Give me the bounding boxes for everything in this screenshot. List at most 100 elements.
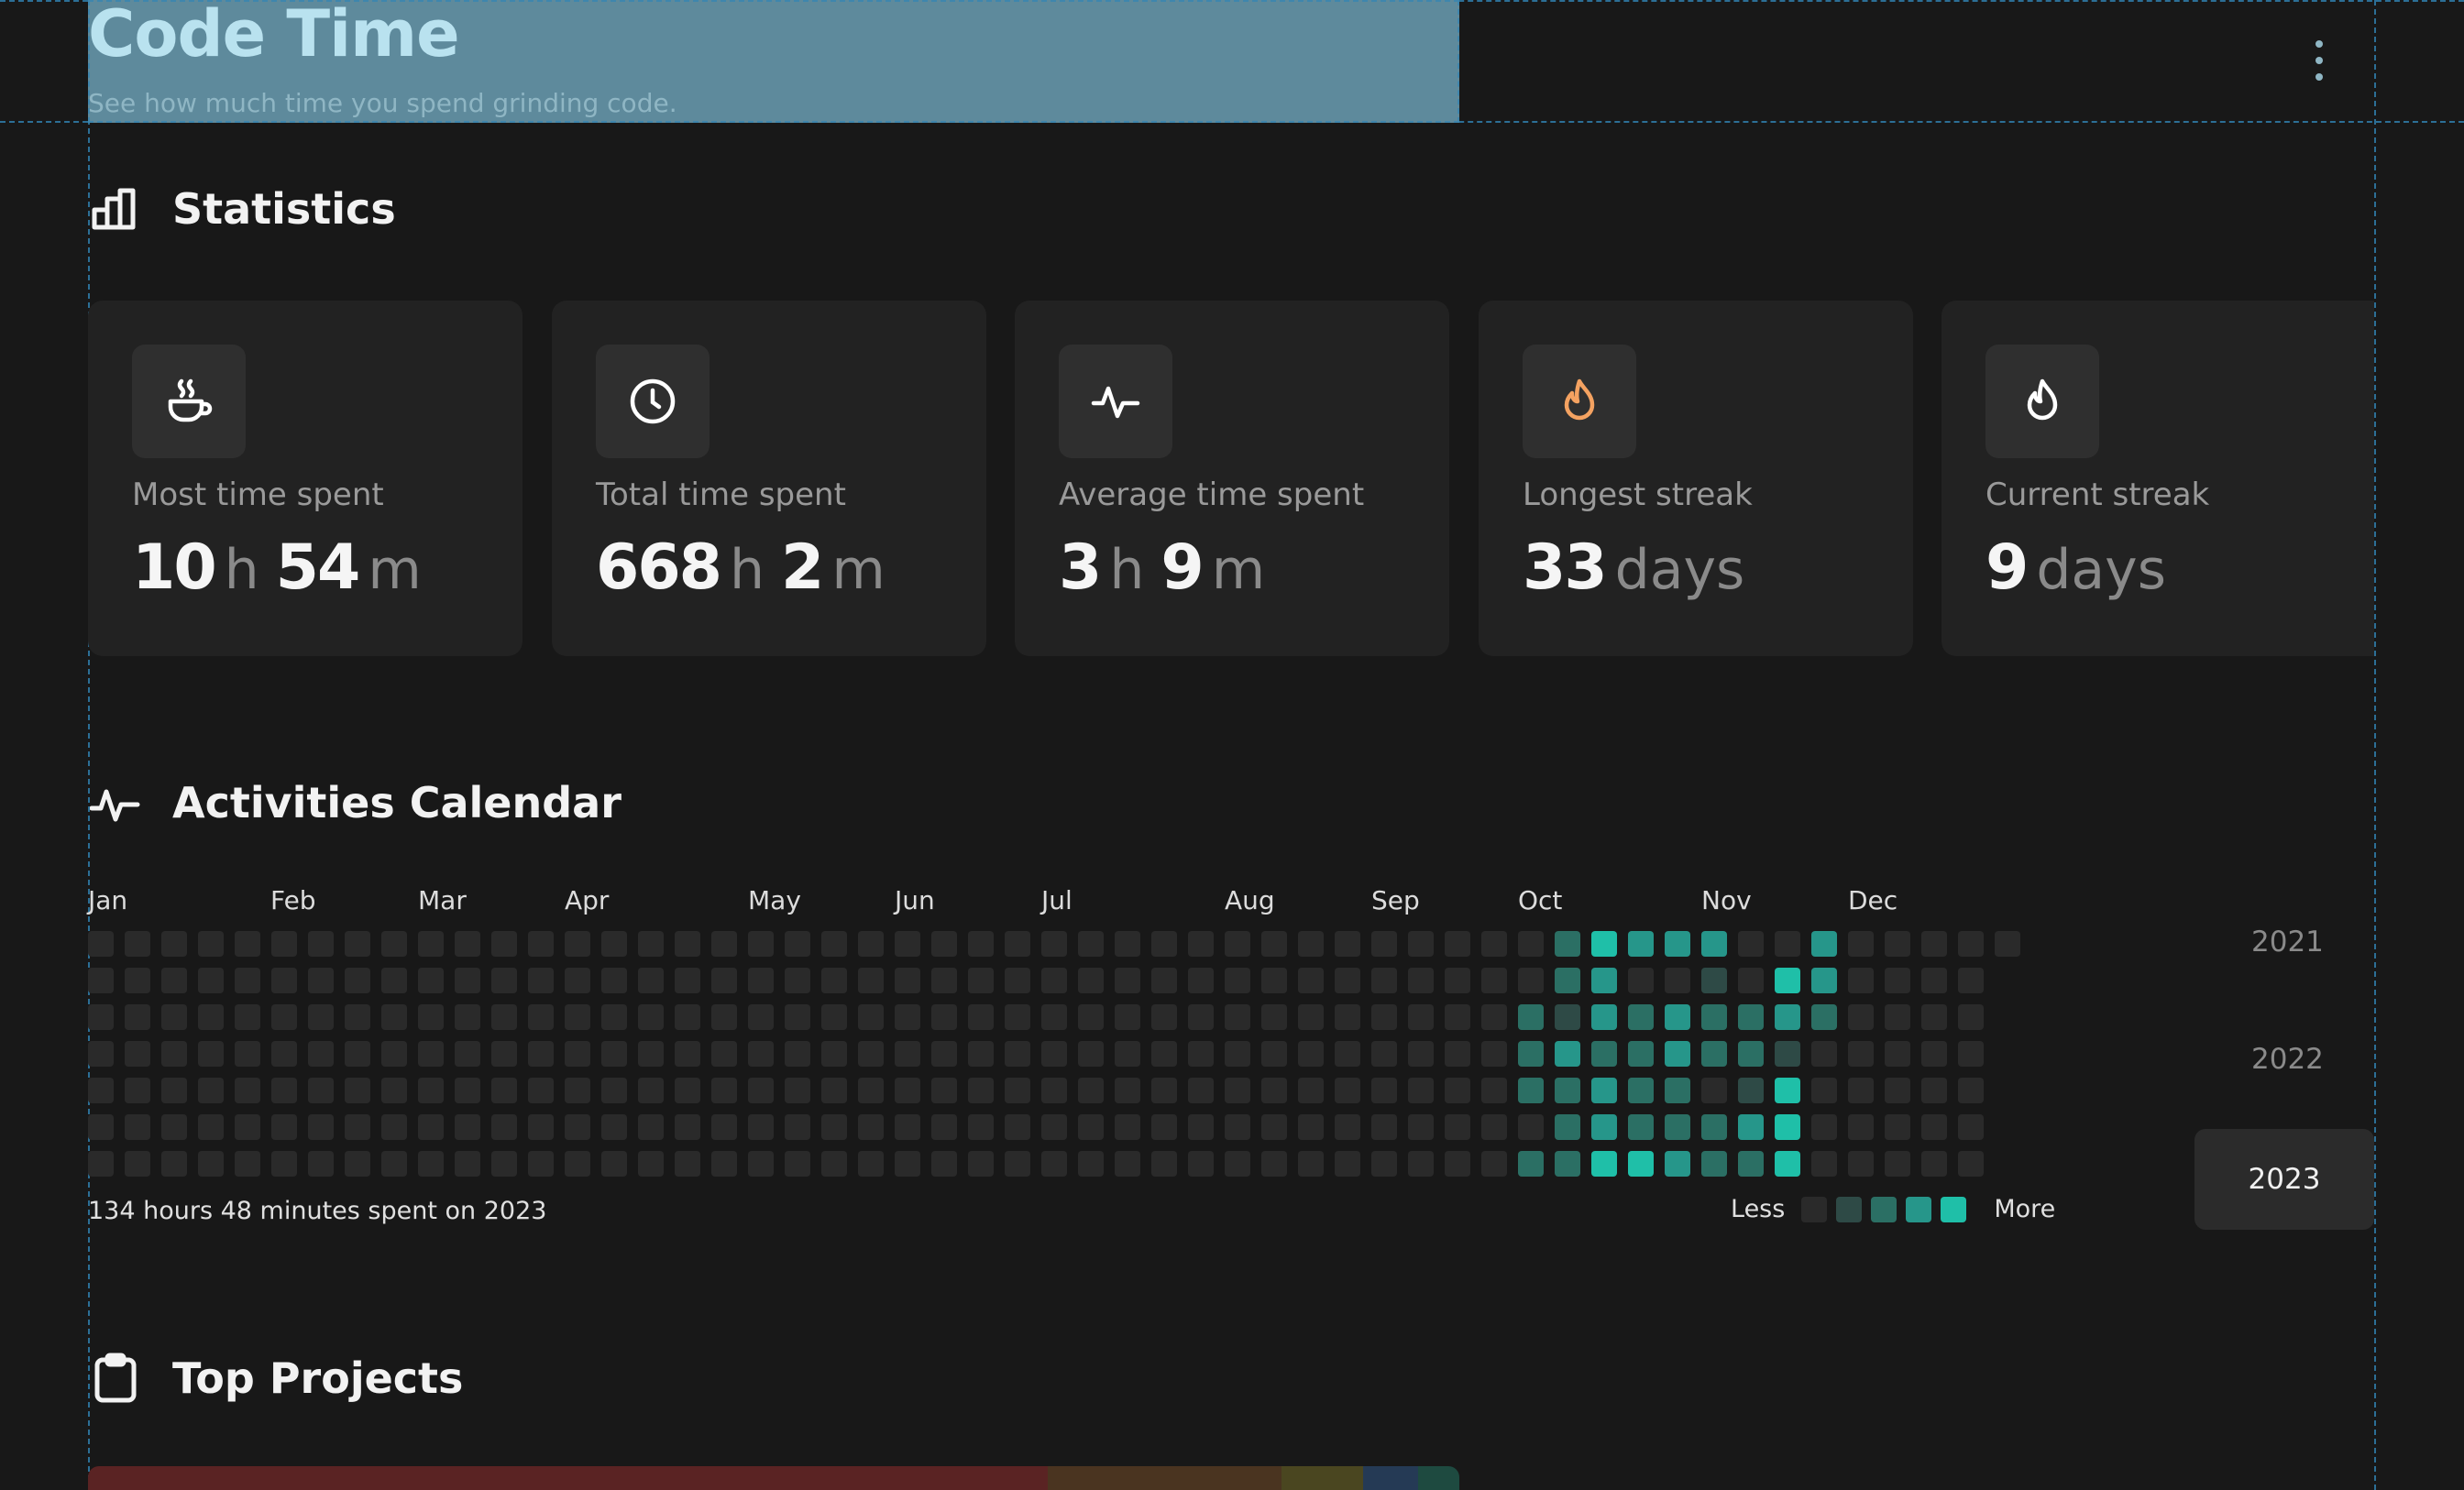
heatmap-day-cell[interactable]: [125, 1004, 150, 1030]
heatmap-day-cell[interactable]: [198, 1114, 224, 1140]
heatmap-day-cell[interactable]: [1408, 931, 1434, 957]
heatmap-day-cell[interactable]: [895, 931, 920, 957]
heatmap-day-cell[interactable]: [1775, 1114, 1800, 1140]
heatmap-day-cell[interactable]: [1335, 1004, 1360, 1030]
heatmap-day-cell[interactable]: [711, 1114, 737, 1140]
heatmap-day-cell[interactable]: [931, 1151, 957, 1177]
heatmap-day-cell[interactable]: [858, 1114, 884, 1140]
heatmap-day-cell[interactable]: [1518, 931, 1544, 957]
heatmap-day-cell[interactable]: [711, 931, 737, 957]
heatmap-day-cell[interactable]: [1518, 1151, 1544, 1177]
heatmap-day-cell[interactable]: [1005, 1151, 1030, 1177]
heatmap-day-cell[interactable]: [271, 1114, 297, 1140]
heatmap-day-cell[interactable]: [1848, 1114, 1874, 1140]
heatmap-day-cell[interactable]: [308, 1114, 334, 1140]
heatmap-day-cell[interactable]: [748, 1078, 774, 1103]
heatmap-day-cell[interactable]: [125, 1151, 150, 1177]
heatmap-day-cell[interactable]: [125, 1078, 150, 1103]
heatmap-day-cell[interactable]: [1005, 1078, 1030, 1103]
heatmap-day-cell[interactable]: [675, 968, 700, 993]
heatmap-day-cell[interactable]: [821, 1041, 847, 1067]
heatmap-day-cell[interactable]: [1958, 968, 1984, 993]
heatmap-day-cell[interactable]: [1005, 1041, 1030, 1067]
heatmap-day-cell[interactable]: [308, 1004, 334, 1030]
heatmap-day-cell[interactable]: [1261, 931, 1287, 957]
heatmap-day-cell[interactable]: [968, 1041, 994, 1067]
heatmap-day-cell[interactable]: [1628, 1041, 1654, 1067]
heatmap-day-cell[interactable]: [1555, 931, 1580, 957]
heatmap-day-cell[interactable]: [271, 1004, 297, 1030]
heatmap-day-cell[interactable]: [491, 1151, 517, 1177]
heatmap-day-cell[interactable]: [1078, 1151, 1104, 1177]
heatmap-day-cell[interactable]: [88, 1004, 114, 1030]
heatmap-day-cell[interactable]: [1445, 931, 1470, 957]
heatmap-day-cell[interactable]: [1188, 931, 1214, 957]
heatmap-day-cell[interactable]: [785, 968, 810, 993]
heatmap-day-cell[interactable]: [748, 1041, 774, 1067]
heatmap-day-cell[interactable]: [931, 1114, 957, 1140]
heatmap-day-cell[interactable]: [198, 1041, 224, 1067]
heatmap-day-cell[interactable]: [1591, 1041, 1617, 1067]
heatmap-day-cell[interactable]: [1848, 1004, 1874, 1030]
heatmap-day-cell[interactable]: [345, 1151, 370, 1177]
heatmap-day-cell[interactable]: [1298, 931, 1324, 957]
heatmap-day-cell[interactable]: [1555, 1078, 1580, 1103]
heatmap-day-cell[interactable]: [1005, 931, 1030, 957]
heatmap-day-cell[interactable]: [125, 968, 150, 993]
heatmap-day-cell[interactable]: [748, 1114, 774, 1140]
heatmap-day-cell[interactable]: [345, 1078, 370, 1103]
heatmap-day-cell[interactable]: [381, 1114, 407, 1140]
heatmap-day-cell[interactable]: [1041, 968, 1067, 993]
heatmap-day-cell[interactable]: [785, 1151, 810, 1177]
heatmap-day-cell[interactable]: [271, 931, 297, 957]
heatmap-day-cell[interactable]: [1151, 1078, 1177, 1103]
heatmap-day-cell[interactable]: [601, 1078, 627, 1103]
heatmap-day-cell[interactable]: [711, 1078, 737, 1103]
heatmap-day-cell[interactable]: [1738, 1114, 1764, 1140]
heatmap-day-cell[interactable]: [1445, 1151, 1470, 1177]
heatmap-day-cell[interactable]: [565, 1114, 590, 1140]
heatmap-day-cell[interactable]: [565, 1151, 590, 1177]
heatmap-day-cell[interactable]: [1885, 931, 1910, 957]
heatmap-day-cell[interactable]: [1738, 1151, 1764, 1177]
heatmap-day-cell[interactable]: [1261, 1114, 1287, 1140]
heatmap-day-cell[interactable]: [1151, 1114, 1177, 1140]
heatmap-day-cell[interactable]: [1298, 1078, 1324, 1103]
heatmap-day-cell[interactable]: [1811, 1041, 1837, 1067]
heatmap-day-cell[interactable]: [491, 931, 517, 957]
heatmap-day-cell[interactable]: [1151, 1151, 1177, 1177]
heatmap-day-cell[interactable]: [1885, 1151, 1910, 1177]
heatmap-day-cell[interactable]: [1078, 968, 1104, 993]
heatmap-day-cell[interactable]: [1811, 1114, 1837, 1140]
heatmap-day-cell[interactable]: [235, 1114, 260, 1140]
heatmap-day-cell[interactable]: [1848, 1041, 1874, 1067]
heatmap-day-cell[interactable]: [675, 1041, 700, 1067]
heatmap-day-cell[interactable]: [895, 1004, 920, 1030]
heatmap-day-cell[interactable]: [1041, 931, 1067, 957]
heatmap-day-cell[interactable]: [198, 1078, 224, 1103]
heatmap-day-cell[interactable]: [1481, 1151, 1507, 1177]
heatmap-day-cell[interactable]: [968, 1078, 994, 1103]
heatmap-day-cell[interactable]: [1848, 931, 1874, 957]
heatmap-day-cell[interactable]: [931, 968, 957, 993]
heatmap-day-cell[interactable]: [1701, 931, 1727, 957]
heatmap-day-cell[interactable]: [748, 1004, 774, 1030]
heatmap-day-cell[interactable]: [1298, 1041, 1324, 1067]
heatmap-day-cell[interactable]: [1481, 931, 1507, 957]
heatmap-day-cell[interactable]: [858, 1041, 884, 1067]
heatmap-day-cell[interactable]: [161, 1004, 187, 1030]
heatmap-day-cell[interactable]: [1555, 1041, 1580, 1067]
heatmap-day-cell[interactable]: [1848, 1151, 1874, 1177]
heatmap-day-cell[interactable]: [1261, 1151, 1287, 1177]
heatmap-day-cell[interactable]: [235, 931, 260, 957]
heatmap-day-cell[interactable]: [1335, 968, 1360, 993]
heatmap-day-cell[interactable]: [675, 1004, 700, 1030]
heatmap-day-cell[interactable]: [491, 1114, 517, 1140]
heatmap-day-cell[interactable]: [1041, 1041, 1067, 1067]
heatmap-day-cell[interactable]: [418, 1078, 444, 1103]
heatmap-day-cell[interactable]: [601, 968, 627, 993]
heatmap-day-cell[interactable]: [821, 1078, 847, 1103]
heatmap-day-cell[interactable]: [1445, 968, 1470, 993]
heatmap-day-cell[interactable]: [1041, 1004, 1067, 1030]
heatmap-day-cell[interactable]: [125, 1041, 150, 1067]
